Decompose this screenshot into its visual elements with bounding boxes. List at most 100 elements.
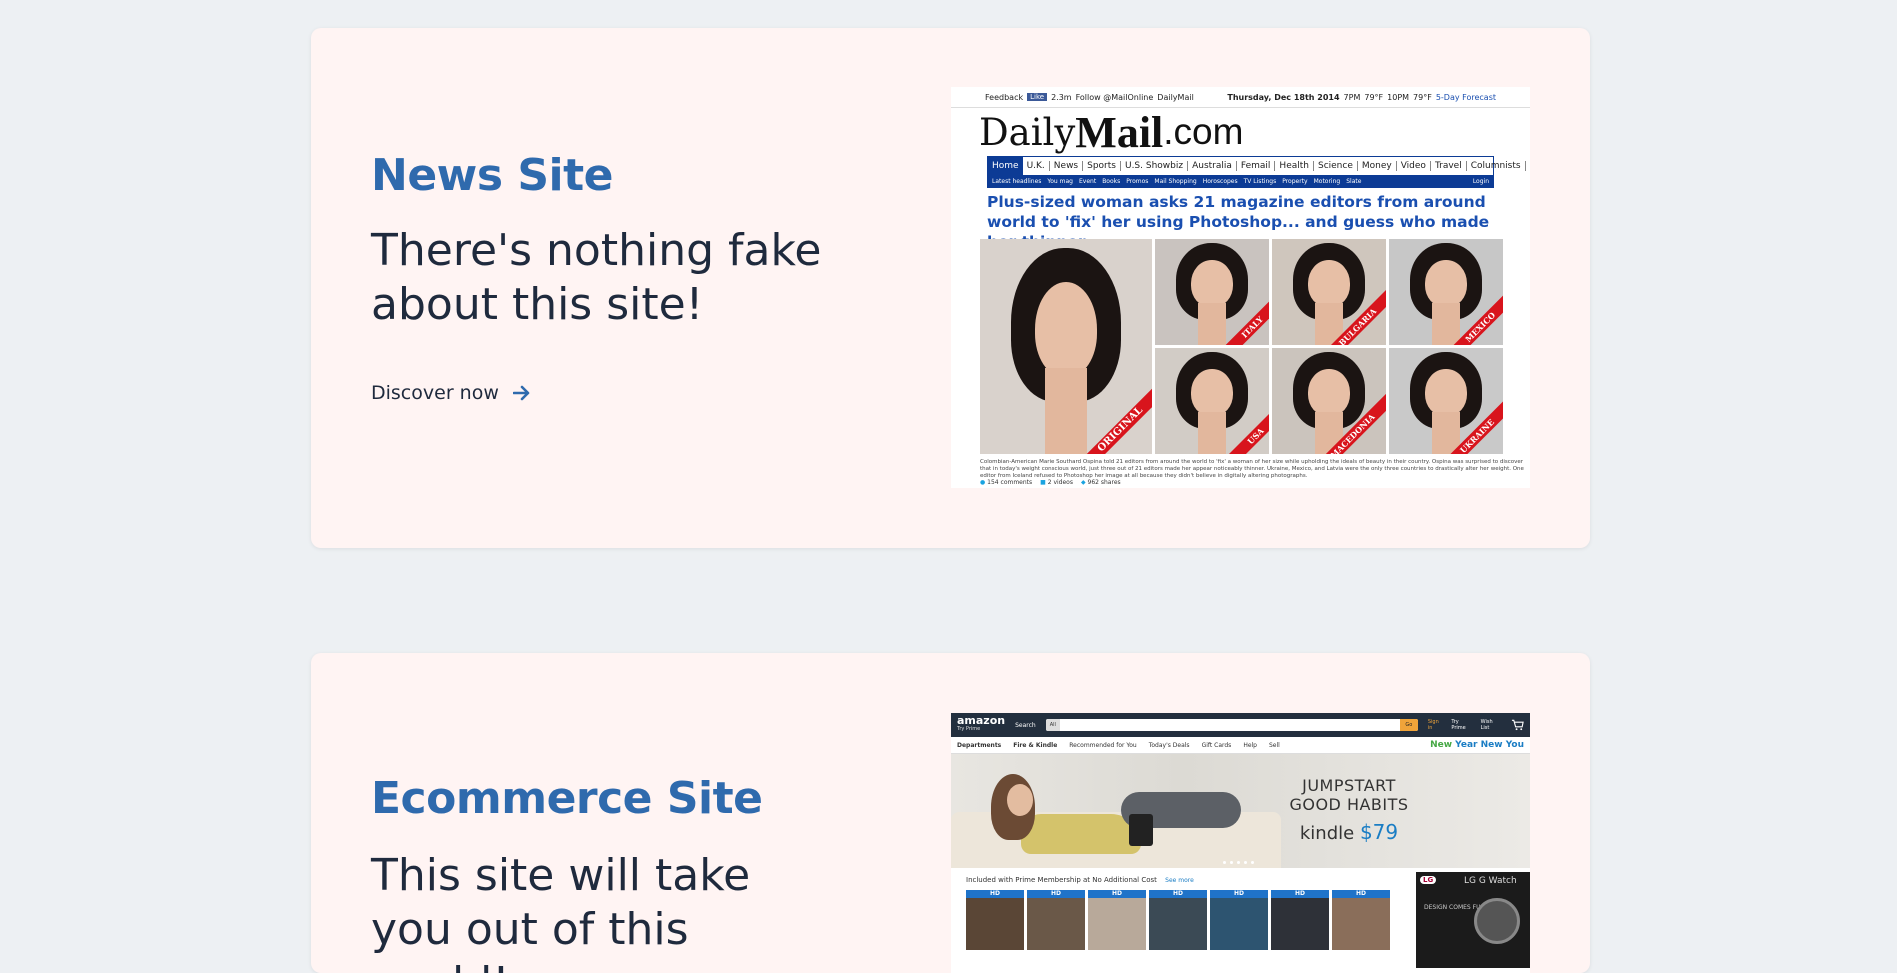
hd-badge: HD [1332, 890, 1390, 898]
dm-nav-item: Health [1275, 161, 1314, 171]
banner-brand: kindle $79 [1269, 820, 1429, 844]
az-search-label: Search [1015, 721, 1036, 729]
card-title: News Site [371, 150, 613, 201]
dm-time-10pm: 10PM [1387, 92, 1410, 102]
dm-photo: USA [1155, 348, 1269, 454]
dm-shares: ◆ 962 shares [1080, 479, 1121, 486]
dm-forecast-link: 5-Day Forecast [1435, 92, 1496, 102]
dm-date: Thursday, Dec 18th 2014 [1227, 92, 1340, 102]
hd-badge: HD [966, 890, 1024, 898]
dm-subnav-item: Books [1102, 177, 1121, 185]
dm-caption: Colombian-American Marie Southard Ospina… [980, 459, 1524, 479]
person-face [1007, 784, 1033, 816]
dm-nav-item: U.S. Showbiz [1121, 161, 1189, 171]
news-site-card: News Site There's nothing fake about thi… [311, 28, 1590, 548]
dm-subnav-item: Event [1078, 177, 1097, 185]
kindle-device [1129, 814, 1153, 846]
dm-subnav-item: Latest headlines [992, 177, 1042, 185]
az-search-all: All [1045, 719, 1060, 731]
hd-badge: HD [1027, 890, 1085, 898]
hd-badge: HD [1210, 890, 1268, 898]
dm-nav-item: Home [988, 157, 1023, 175]
az-subnav-item: Sell [1269, 741, 1280, 749]
az-subnav-item: Departments [957, 741, 1002, 749]
dm-topbar: Feedback Like 2.3m Follow @MailOnline Da… [951, 87, 1530, 108]
watch-image [1474, 898, 1520, 944]
movie-tile: HD [1149, 890, 1207, 950]
dm-nav-item: Video [1397, 161, 1431, 171]
prime-row-title: Included with Prime Membership at No Add… [966, 876, 1194, 884]
dm-like-count: 2.3m [1051, 92, 1072, 102]
dm-nav-item: Australia [1188, 161, 1237, 171]
carousel-dots [1223, 861, 1254, 864]
movie-tile: HD [1332, 890, 1390, 950]
logo-daily: Daily [979, 110, 1076, 154]
dm-shares-label: 962 shares [1087, 479, 1121, 486]
dm-subnav-item: You mag [1047, 177, 1073, 185]
dm-photo: ORIGINAL [980, 239, 1152, 454]
lg-logo: LG [1420, 876, 1437, 884]
dm-nav-item: News [1050, 161, 1084, 171]
dm-navigation: Home U.K. News Sports U.S. Showbiz Australia F… [987, 156, 1526, 188]
movie-tile: HD [1088, 890, 1146, 950]
dm-nav-item: Travel [1431, 161, 1467, 171]
dm-subnav-item: Motoring [1313, 177, 1341, 185]
dm-nav-item: Femail [1237, 161, 1276, 171]
az-subnav-item: Gift Cards [1201, 741, 1232, 749]
dm-nav-item: U.K. [1023, 161, 1050, 171]
dm-photo: ITALY [1155, 239, 1269, 345]
dm-photo: MACEDONIA [1272, 348, 1386, 454]
dm-videos: ■ 2 videos [1040, 479, 1073, 486]
logo-com: .com [1163, 111, 1244, 152]
az-subnav-item: Today's Deals [1148, 741, 1190, 749]
movie-row: HD HD HD HD HD HD HD [966, 890, 1390, 950]
dm-photo: BULGARIA [1272, 239, 1386, 345]
banner-line1: JUMPSTART [1302, 776, 1396, 795]
amazon-screenshot: amazon Try Prime Search All Go Sign in Tr… [951, 713, 1530, 973]
daily-mail-screenshot: Feedback Like 2.3m Follow @MailOnline Da… [951, 87, 1530, 488]
az-lower-section: Included with Prime Membership at No Add… [951, 868, 1530, 968]
lg-model: LG G Watch [1464, 876, 1517, 886]
hd-badge: HD [1271, 890, 1329, 898]
hd-badge: HD [1088, 890, 1146, 898]
movie-tile: HD [966, 890, 1024, 950]
az-subnav-item: Fire & Kindle [1013, 741, 1058, 749]
dm-subnav-item: Mail Shopping [1154, 177, 1197, 185]
dm-subnav-item: Slate [1346, 177, 1362, 185]
dm-temp-7pm: 79°F [1364, 92, 1384, 102]
dm-nav-item: Science [1314, 161, 1358, 171]
person-body [1021, 814, 1141, 854]
dm-sub-nav: Latest headlines You mag Event Books Promos M… [988, 175, 1493, 187]
az-search-bar: All Go [1045, 719, 1418, 731]
pinterest-link: DailyMail [1157, 92, 1194, 102]
facebook-like-icon: Like [1027, 93, 1048, 101]
dm-temp-10pm: 79°F [1413, 92, 1432, 102]
dm-nav-item: Sports [1083, 161, 1121, 171]
dm-nav-item: Columnists [1467, 161, 1526, 171]
ecommerce-site-card: Ecommerce Site This site will take you o… [311, 653, 1590, 973]
az-account-link: Sign in [1427, 719, 1439, 731]
prime-text: Included with Prime Membership at No Add… [966, 876, 1157, 884]
az-account-link: Try Prime [1451, 719, 1466, 731]
movie-tile: HD [1271, 890, 1329, 950]
az-subnav: Departments Fire & Kindle Recommended for … [951, 737, 1530, 754]
banner-line2: GOOD HABITS [1289, 795, 1409, 814]
dm-videos-label: 2 videos [1047, 479, 1073, 486]
dm-main-nav: Home U.K. News Sports U.S. Showbiz Australia F… [988, 157, 1526, 175]
dm-nav-item: Money [1358, 161, 1397, 171]
twitter-follow: Follow @MailOnline [1075, 92, 1154, 102]
dm-login: Login [1472, 177, 1489, 185]
banner-copy: JUMPSTART GOOD HABITS kindle $79 [1269, 776, 1429, 844]
logo-mail: Mail [1075, 107, 1164, 157]
hd-badge: HD [1149, 890, 1207, 898]
movie-tile: HD [1027, 890, 1085, 950]
banner-kindle: kindle [1299, 823, 1355, 844]
movie-tile: HD [1210, 890, 1268, 950]
az-go-button: Go [1399, 719, 1418, 731]
dm-meta: ● 154 comments ■ 2 videos ◆ 962 shares [980, 479, 1121, 486]
card-subtitle: There's nothing fake about this site! [371, 225, 822, 330]
card-title: Ecommerce Site [371, 773, 763, 824]
amazon-logo: amazon Try Prime [957, 715, 1005, 734]
discover-now-link[interactable]: Discover now [371, 382, 531, 404]
az-topbar: amazon Try Prime Search All Go Sign in Tr… [951, 713, 1530, 737]
